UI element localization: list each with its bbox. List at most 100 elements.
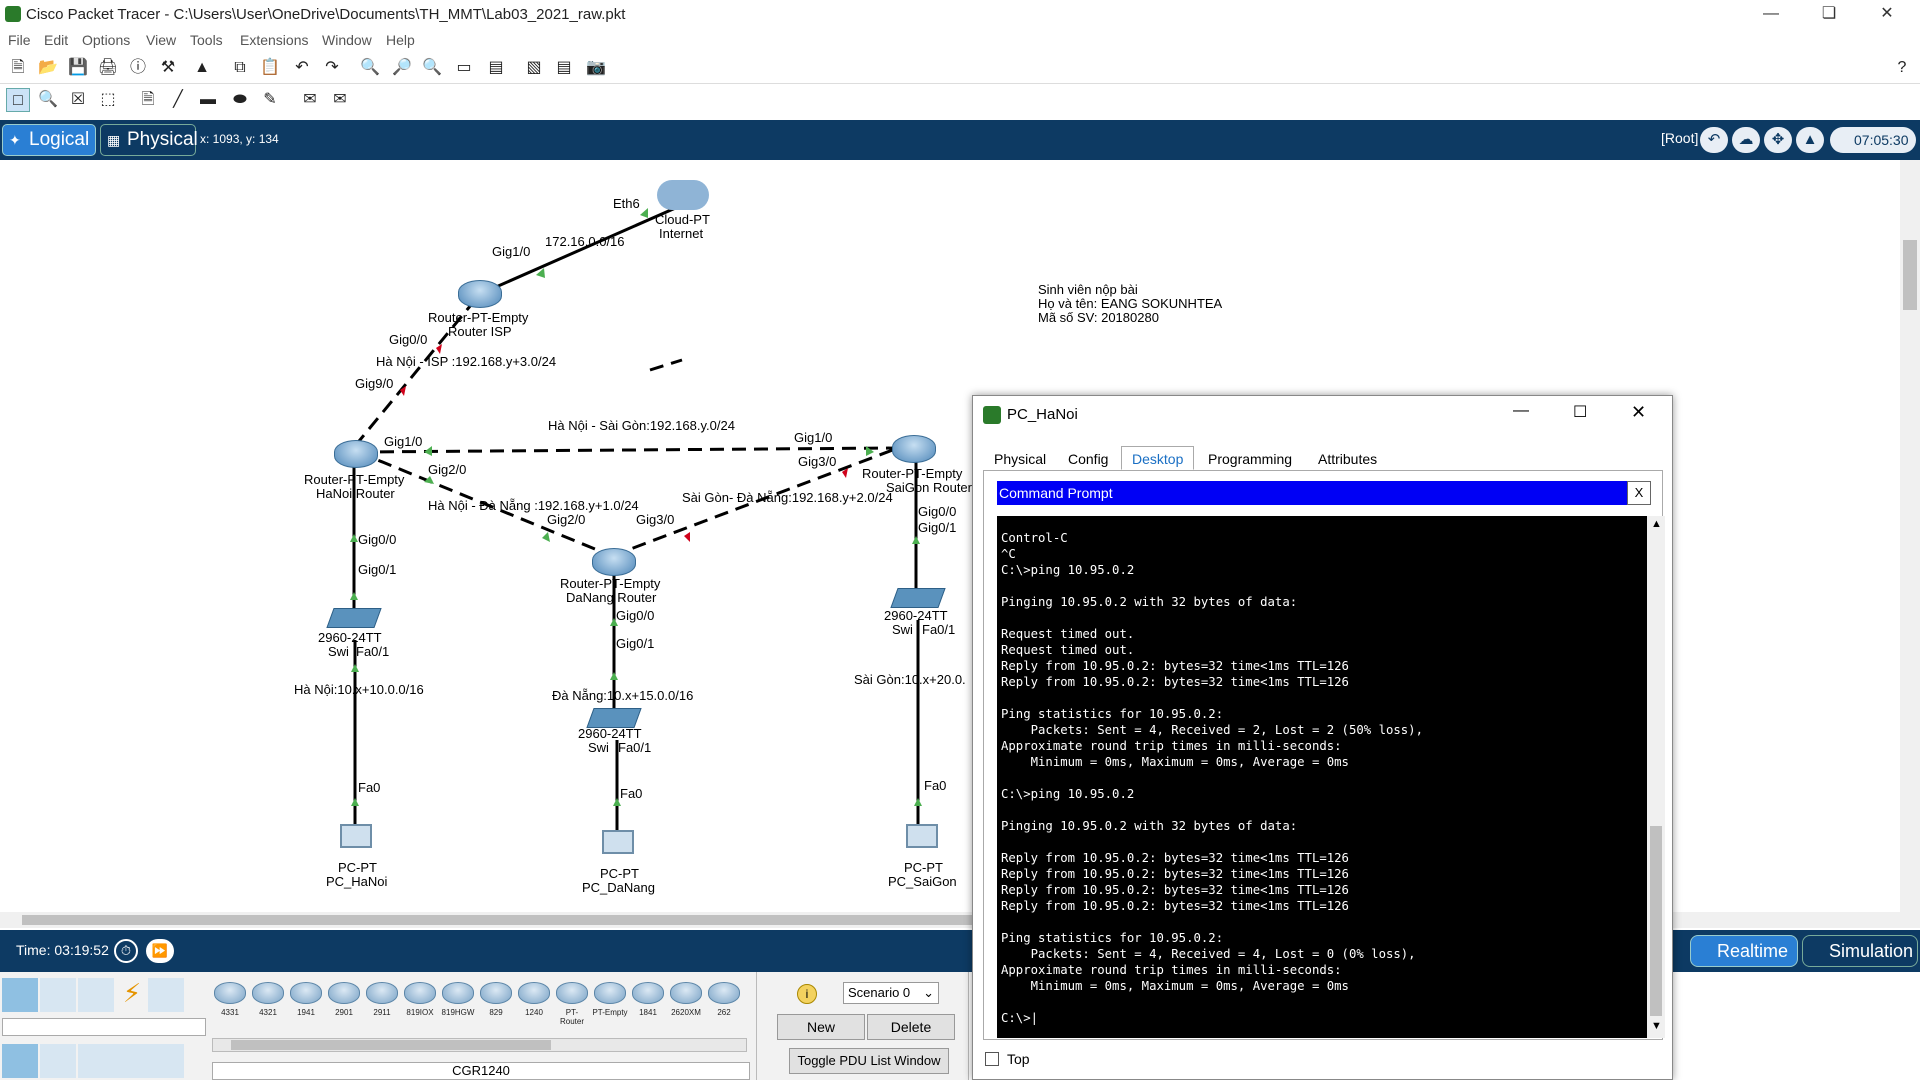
menu-edit[interactable]: Edit [44,32,68,48]
menu-file[interactable]: File [8,32,31,48]
pdu-icon[interactable]: ▧ [522,56,546,80]
redo-icon[interactable]: ↷ [320,56,344,80]
new-scenario-button[interactable]: New [777,1014,865,1040]
pc-hanoi-icon[interactable] [340,824,372,848]
switch-danang-icon[interactable] [586,708,642,728]
resize-icon[interactable]: ⬚ [96,88,120,112]
fast-forward-icon[interactable]: ⏩ [146,939,174,963]
minimize-button[interactable]: — [1748,0,1794,30]
scroll-down-icon[interactable]: ▼ [1651,1020,1662,1032]
model-item[interactable]: 262 [706,976,742,1030]
menu-help[interactable]: Help [386,32,415,48]
model-item[interactable]: 829 [478,976,514,1030]
workspace-vertical-scrollbar[interactable] [1900,160,1920,912]
open-folder-icon[interactable]: 📂 [36,56,60,80]
pc-saigon-icon[interactable] [906,824,938,848]
line-icon[interactable]: ╱ [166,88,190,112]
screenshot-icon[interactable]: 📷 [584,56,608,80]
info-icon[interactable]: i [797,984,817,1004]
root-label[interactable]: [Root] [1661,130,1698,146]
tab-programming[interactable]: Programming [1197,446,1303,470]
delete-scenario-button[interactable]: Delete [867,1014,955,1040]
back-icon[interactable]: ↶ [1700,127,1728,153]
terminal-scrollbar[interactable]: ▲ ▼ [1647,516,1665,1038]
hubs-icon[interactable] [78,1044,114,1078]
realtime-button[interactable]: Realtime [1690,935,1798,967]
background-icon[interactable]: ▲ [1796,127,1824,153]
freeform-icon[interactable]: ✎ [258,88,282,112]
model-item[interactable]: 1841 [630,976,666,1030]
inspect-icon[interactable]: 🔍 [36,88,60,112]
wizard-icon[interactable]: ⚒ [156,56,180,80]
command-prompt-close-button[interactable]: X [1627,481,1651,505]
model-item[interactable]: 1240 [516,976,552,1030]
ellipse-icon[interactable]: ⬬ [228,88,252,112]
top-checkbox[interactable] [985,1052,999,1066]
model-scrollbar[interactable] [212,1038,747,1052]
tab-physical[interactable]: ▦ Physical [100,124,198,156]
model-item[interactable]: 2620XM [668,976,704,1030]
network-devices-icon[interactable] [2,978,38,1012]
router-danang-icon[interactable] [592,548,636,576]
zoom-out-icon[interactable]: 🔍 [420,56,444,80]
close-button[interactable]: ✕ [1864,0,1910,30]
terminal-output[interactable]: Control-C ^C C:\>ping 10.95.0.2 Pinging … [997,516,1647,1038]
wireless-icon[interactable] [114,1044,150,1078]
custom-device-icon[interactable]: ▤ [484,56,508,80]
model-item[interactable]: PT-Empty [592,976,628,1030]
print-icon[interactable]: 🖨 [96,56,120,80]
tab-attributes[interactable]: Attributes [1307,446,1388,470]
misc-icon[interactable] [148,978,184,1012]
cluster-icon[interactable]: ☁ [1732,127,1760,153]
simulation-button[interactable]: Simulation [1802,935,1918,967]
cloud-icon[interactable] [657,180,709,210]
switch-saigon-icon[interactable] [890,588,946,608]
menu-view[interactable]: View [146,32,176,48]
complex-pdu-icon[interactable]: ✉ [328,88,352,112]
security-icon[interactable] [148,1044,184,1078]
end-devices-icon[interactable] [40,978,76,1012]
model-item[interactable]: 4331 [212,976,248,1030]
model-item[interactable]: 1941 [288,976,324,1030]
paste-icon[interactable]: 📋 [258,56,282,80]
new-file-icon[interactable]: 🗎 [6,56,30,80]
scroll-up-icon[interactable]: ▲ [1651,518,1662,530]
pc-maximize-button[interactable]: ☐ [1573,402,1587,422]
model-scroll-thumb[interactable] [231,1040,551,1050]
delete-icon[interactable]: ☒ [66,88,90,112]
model-item[interactable]: PT-Router [554,976,590,1030]
undo-icon[interactable]: ↶ [290,56,314,80]
menu-window[interactable]: Window [322,32,372,48]
router-hanoi-icon[interactable] [334,440,378,468]
pc-close-button[interactable]: ✕ [1631,402,1646,423]
tab-logical[interactable]: ✦ Logical [2,124,96,156]
switches-icon[interactable] [40,1044,76,1078]
drawing-palette-icon[interactable]: ▭ [452,56,476,80]
scenario-select[interactable]: Scenario 0 ⌄ [843,982,939,1004]
router-isp-icon[interactable] [458,280,502,308]
toggle-pdu-list-button[interactable]: Toggle PDU List Window [789,1048,949,1074]
copy-icon[interactable]: ⧉ [228,56,252,80]
model-item[interactable]: 819IOX [402,976,438,1030]
model-item[interactable]: 2911 [364,976,400,1030]
model-item[interactable]: 4321 [250,976,286,1030]
simple-pdu-icon[interactable]: ✉ [298,88,322,112]
components-icon[interactable] [78,978,114,1012]
vscroll-thumb[interactable] [1903,240,1917,310]
model-item[interactable]: 2901 [326,976,362,1030]
save-icon[interactable]: 💾 [66,56,90,80]
info-icon[interactable]: ⓘ [126,56,150,80]
tab-physical[interactable]: Physical [983,446,1057,470]
pc-danang-icon[interactable] [602,830,634,854]
rectangle-icon[interactable]: ▬ [196,88,220,112]
terminal-scroll-thumb[interactable] [1650,826,1662,1016]
menu-extensions[interactable]: Extensions [240,32,308,48]
zoom-in-icon[interactable]: 🔍 [358,56,382,80]
tab-desktop[interactable]: Desktop [1121,446,1195,470]
connections-icon[interactable]: ⚡ [114,978,150,1012]
clock[interactable]: 07:05:30 [1830,127,1916,153]
network-info-icon[interactable]: ▤ [552,56,576,80]
note-icon[interactable]: 🗎 [136,88,160,112]
menu-tools[interactable]: Tools [190,32,223,48]
restore-button[interactable]: ❏ [1806,0,1852,30]
